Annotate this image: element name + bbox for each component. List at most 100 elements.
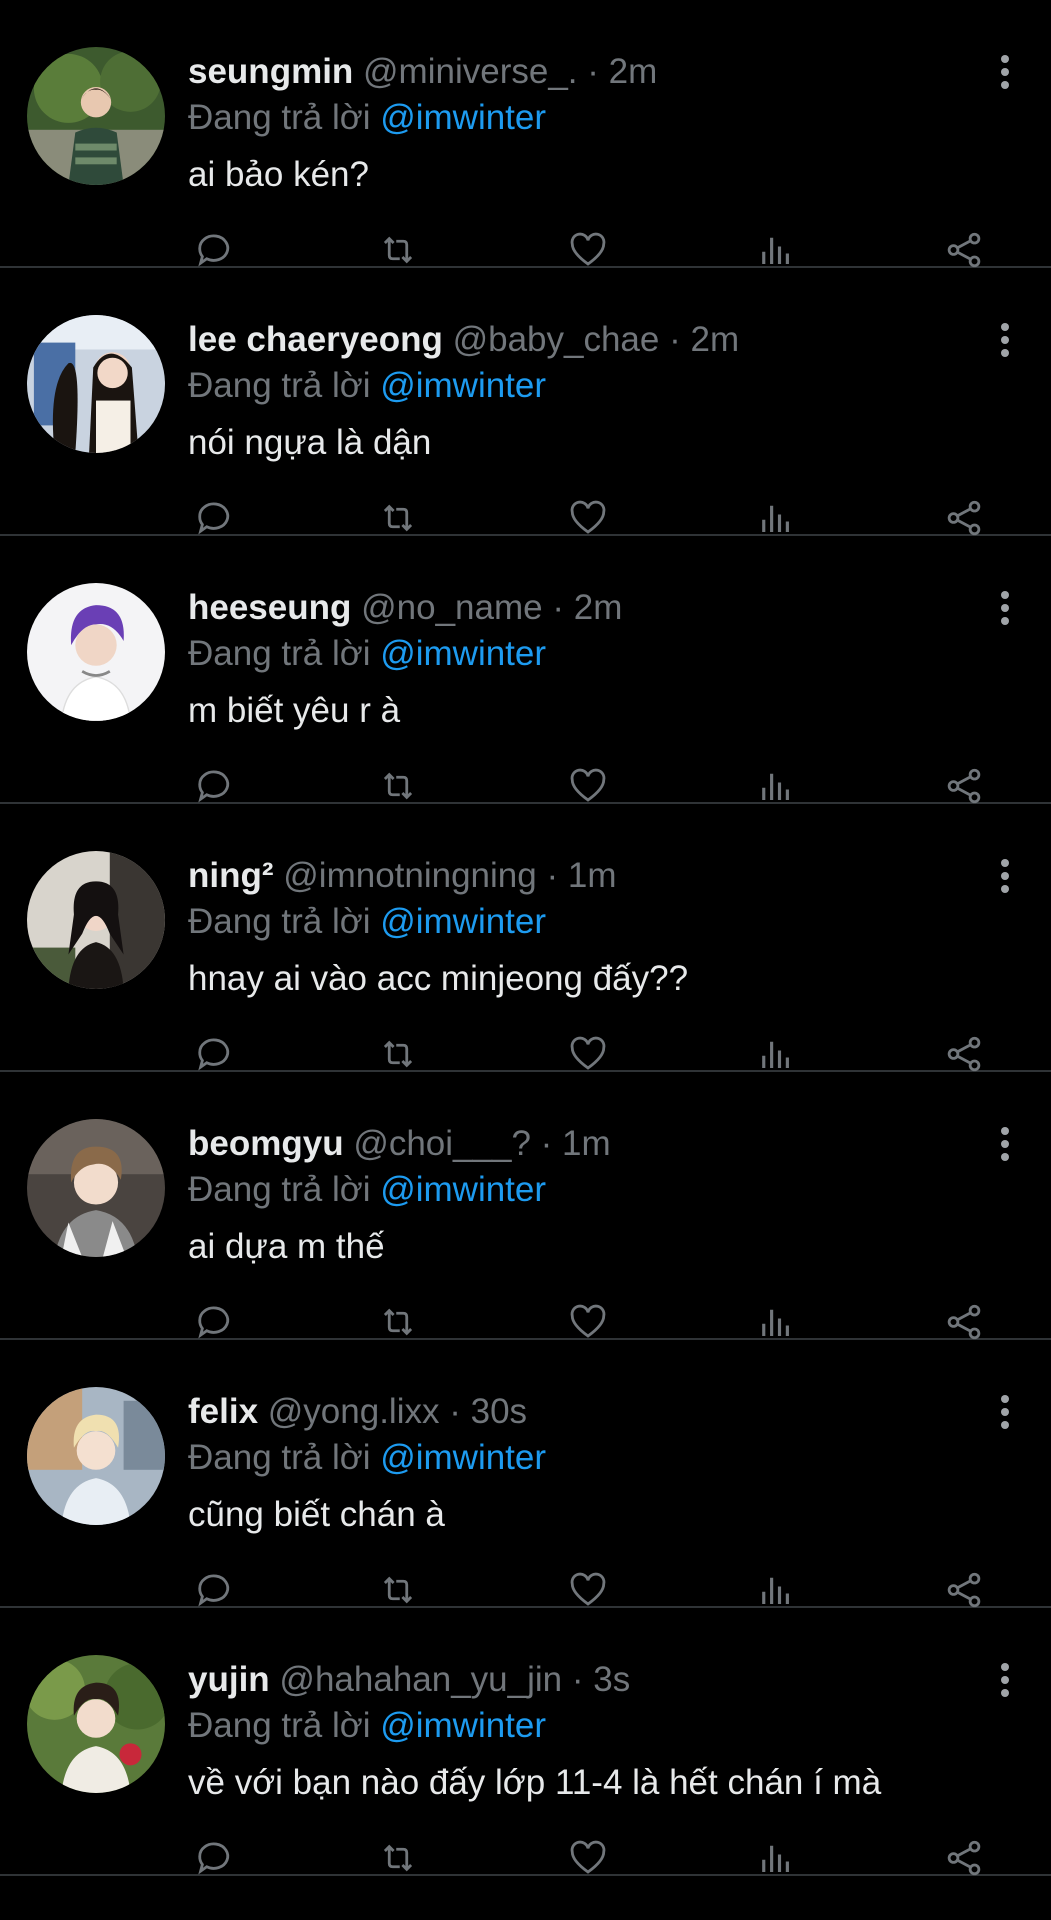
avatar[interactable]	[27, 1655, 165, 1793]
reply-button[interactable]	[190, 1836, 234, 1880]
share-button[interactable]	[942, 764, 986, 808]
views-icon	[762, 1041, 789, 1068]
tweet[interactable]: ning² @imnotningning · 1m Đang trả lời @…	[0, 804, 1051, 1072]
tweet-text: nói ngựa là dận	[188, 423, 432, 462]
replying-to: Đang trả lời @imwinter	[188, 96, 971, 140]
views-button[interactable]	[754, 228, 798, 272]
reply-button[interactable]	[190, 764, 234, 808]
reply-button[interactable]	[190, 228, 234, 272]
tweet-text: hnay ai vào acc minjeong đấy??	[188, 959, 689, 998]
tweet[interactable]: heeseung @no_name · 2m Đang trả lời @imw…	[0, 536, 1051, 804]
reply-button[interactable]	[190, 1300, 234, 1344]
more-vertical-icon[interactable]	[999, 1394, 1011, 1430]
timestamp[interactable]: 2m	[609, 52, 658, 91]
user-handle[interactable]: @hahahan_yu_jin	[279, 1660, 562, 1699]
display-name[interactable]: heeseung	[188, 588, 351, 627]
tweet-header: seungmin @miniverse_. · 2m	[188, 50, 971, 94]
tweet[interactable]: seungmin @miniverse_. · 2m Đang trả lời …	[0, 0, 1051, 268]
share-button[interactable]	[942, 228, 986, 272]
views-button[interactable]	[754, 1568, 798, 1612]
views-button[interactable]	[754, 1032, 798, 1076]
reply-mention[interactable]: @imwinter	[380, 1706, 546, 1745]
replying-to: Đang trả lời @imwinter	[188, 1168, 971, 1212]
display-name[interactable]: lee chaeryeong	[188, 320, 443, 359]
timestamp[interactable]: 1m	[568, 856, 617, 895]
tweet-content: beomgyu @choi___? · 1m Đang trả lời @imw…	[188, 1122, 971, 1269]
reply-button[interactable]	[190, 1568, 234, 1612]
share-button[interactable]	[942, 1300, 986, 1344]
tweet[interactable]: yujin @hahahan_yu_jin · 3s Đang trả lời …	[0, 1608, 1051, 1876]
views-button[interactable]	[754, 1300, 798, 1344]
retweet-icon	[383, 1576, 413, 1604]
like-button[interactable]	[566, 1836, 610, 1880]
user-handle[interactable]: @imnotningning	[283, 856, 536, 895]
share-button[interactable]	[942, 1836, 986, 1880]
tweet-content: felix @yong.lixx · 30s Đang trả lời @imw…	[188, 1390, 971, 1537]
user-handle[interactable]: @yong.lixx	[268, 1392, 440, 1431]
display-name[interactable]: yujin	[188, 1660, 270, 1699]
more-vertical-icon[interactable]	[999, 322, 1011, 358]
avatar[interactable]	[27, 583, 165, 721]
reply-mention[interactable]: @imwinter	[380, 902, 546, 941]
share-button[interactable]	[942, 1032, 986, 1076]
more-vertical-icon[interactable]	[999, 1126, 1011, 1162]
like-icon	[570, 1572, 606, 1606]
like-button[interactable]	[566, 1032, 610, 1076]
display-name[interactable]: felix	[188, 1392, 258, 1431]
retweet-button[interactable]	[376, 1836, 420, 1880]
like-icon	[570, 1840, 606, 1874]
like-button[interactable]	[566, 764, 610, 808]
display-name[interactable]: beomgyu	[188, 1124, 344, 1163]
timestamp[interactable]: 1m	[562, 1124, 611, 1163]
retweet-button[interactable]	[376, 1300, 420, 1344]
views-button[interactable]	[754, 496, 798, 540]
user-handle[interactable]: @no_name	[361, 588, 542, 627]
timestamp[interactable]: 30s	[471, 1392, 527, 1431]
share-button[interactable]	[942, 496, 986, 540]
like-button[interactable]	[566, 496, 610, 540]
action-bar	[188, 1836, 1001, 1880]
tweet[interactable]: felix @yong.lixx · 30s Đang trả lời @imw…	[0, 1340, 1051, 1608]
reply-mention[interactable]: @imwinter	[380, 98, 546, 137]
reply-prefix: Đang trả lời	[188, 1438, 371, 1477]
reply-mention[interactable]: @imwinter	[380, 1438, 546, 1477]
avatar[interactable]	[27, 851, 165, 989]
user-handle[interactable]: @choi___?	[353, 1124, 531, 1163]
timestamp[interactable]: 2m	[574, 588, 623, 627]
retweet-button[interactable]	[376, 1032, 420, 1076]
retweet-button[interactable]	[376, 496, 420, 540]
views-button[interactable]	[754, 1836, 798, 1880]
more-vertical-icon[interactable]	[999, 1662, 1011, 1698]
tweet[interactable]: beomgyu @choi___? · 1m Đang trả lời @imw…	[0, 1072, 1051, 1340]
user-handle[interactable]: @miniverse_.	[363, 52, 577, 91]
more-vertical-icon[interactable]	[999, 590, 1011, 626]
retweet-button[interactable]	[376, 1568, 420, 1612]
tweet[interactable]: lee chaeryeong @baby_chae · 2m Đang trả …	[0, 268, 1051, 536]
retweet-icon	[383, 504, 413, 532]
reply-mention[interactable]: @imwinter	[380, 1170, 546, 1209]
like-button[interactable]	[566, 228, 610, 272]
reply-button[interactable]	[190, 496, 234, 540]
display-name[interactable]: ning²	[188, 856, 274, 895]
avatar[interactable]	[27, 1119, 165, 1257]
retweet-button[interactable]	[376, 764, 420, 808]
reply-mention[interactable]: @imwinter	[380, 366, 546, 405]
reply-mention[interactable]: @imwinter	[380, 634, 546, 673]
avatar[interactable]	[27, 1387, 165, 1525]
avatar[interactable]	[27, 315, 165, 453]
user-handle[interactable]: @baby_chae	[453, 320, 660, 359]
display-name[interactable]: seungmin	[188, 52, 353, 91]
like-button[interactable]	[566, 1568, 610, 1612]
avatar[interactable]	[27, 47, 165, 185]
timestamp[interactable]: 2m	[691, 320, 740, 359]
reply-button[interactable]	[190, 1032, 234, 1076]
share-button[interactable]	[942, 1568, 986, 1612]
action-bar	[188, 764, 1001, 808]
views-button[interactable]	[754, 764, 798, 808]
like-button[interactable]	[566, 1300, 610, 1344]
reply-prefix: Đang trả lời	[188, 98, 371, 137]
timestamp[interactable]: 3s	[593, 1660, 630, 1699]
retweet-button[interactable]	[376, 228, 420, 272]
more-vertical-icon[interactable]	[999, 858, 1011, 894]
more-vertical-icon[interactable]	[999, 54, 1011, 90]
